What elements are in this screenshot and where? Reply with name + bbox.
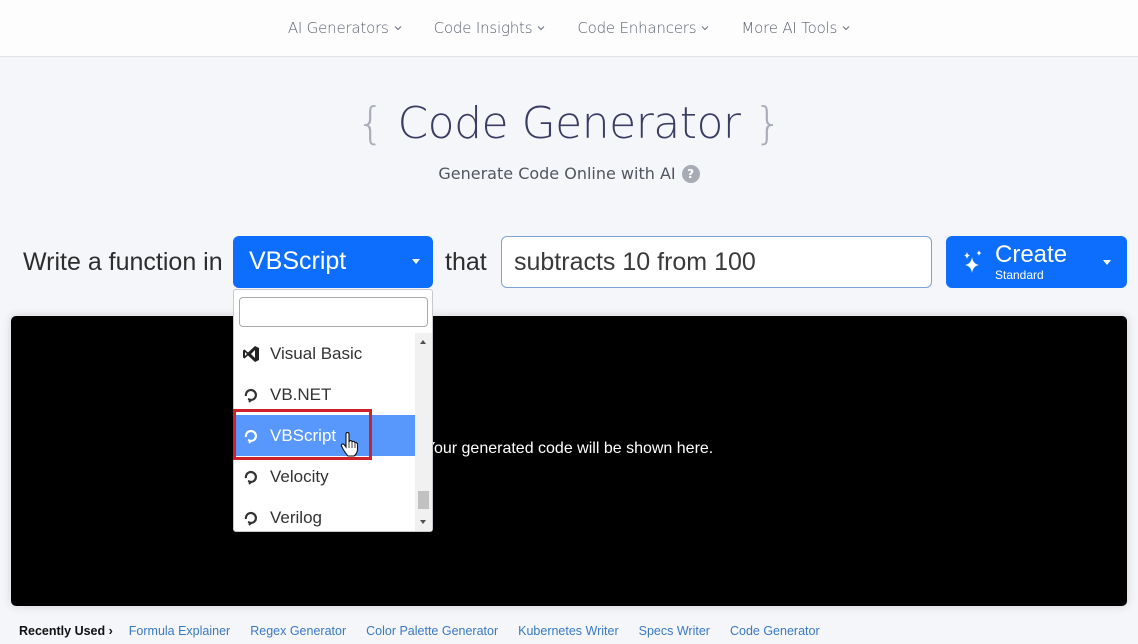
recent-link-specs-writer[interactable]: Specs Writer [639,624,710,638]
code-generic-icon [244,429,257,444]
page-subtitle: Generate Code Online with AI ? [0,164,1138,183]
page-title: { Code Generator } [0,98,1138,149]
recently-used-label: Recently Used › [19,624,113,638]
nav-label: AI Generators [287,19,389,37]
language-option-vb-net[interactable]: VB.NET [234,374,416,415]
prompt-row: Write a function in VBScript that Create… [0,236,1138,288]
nav-label: Code Enhancers [577,19,697,37]
chevron-down-icon [394,26,402,31]
scroll-up-arrow-icon[interactable] [420,340,426,344]
visual-studio-icon [243,345,259,362]
create-button[interactable]: Create Standard [946,236,1127,288]
nav-more-ai-tools[interactable]: More AI Tools [741,19,850,37]
option-label: Velocity [270,466,329,486]
page-title-text: Code Generator [397,98,741,149]
hand-pointer-cursor-icon [340,432,359,457]
prompt-connector-label: that [445,248,487,276]
dropdown-scrollbar[interactable] [415,333,432,531]
language-select-value: VBScript [249,247,347,275]
language-option-verilog[interactable]: Verilog [234,497,416,531]
nav-label: Code Insights [433,19,533,37]
code-output-panel: Your generated code will be shown here. [11,316,1127,606]
chevron-down-icon [702,26,709,31]
chevron-down-icon [538,26,545,31]
option-label: Visual Basic [270,343,363,363]
recent-link-color-palette-generator[interactable]: Color Palette Generator [366,624,498,638]
option-label: VB.NET [270,384,332,404]
recently-used-bar: Recently Used › Formula Explainer Regex … [19,624,820,638]
recent-link-formula-explainer[interactable]: Formula Explainer [129,624,230,638]
language-option-velocity[interactable]: Velocity [234,456,416,497]
scroll-down-arrow-icon[interactable] [420,520,426,524]
nav-code-enhancers[interactable]: Code Enhancers [577,19,709,37]
recent-link-kubernetes-writer[interactable]: Kubernetes Writer [518,624,619,638]
language-search-input[interactable] [239,297,428,327]
brace-close: } [754,98,782,149]
option-label: VBScript [270,425,337,445]
nav-label: More AI Tools [741,19,838,37]
prompt-prefix-label: Write a function in [23,248,223,276]
nav-ai-generators[interactable]: AI Generators [288,19,402,37]
caret-down-icon[interactable] [1103,260,1111,265]
create-button-label: Create [995,241,1068,268]
output-placeholder: Your generated code will be shown here. [424,440,714,457]
language-option-vbscript[interactable]: VBScript [234,415,416,456]
nav-code-insights[interactable]: Code Insights [434,19,546,37]
language-options-list: Visual Basic VB.NET VBScript Velocity Ve… [234,333,416,531]
option-label: Verilog [270,507,322,527]
recent-link-code-generator[interactable]: Code Generator [730,624,820,638]
task-input[interactable] [501,236,932,288]
code-generic-icon [244,470,257,485]
top-navigation: AI Generators Code Insights Code Enhance… [0,0,1138,57]
language-dropdown: Visual Basic VB.NET VBScript Velocity Ve… [233,289,433,532]
language-select[interactable]: VBScript [233,236,433,288]
help-icon[interactable]: ? [681,164,700,183]
code-generic-icon [244,388,257,403]
language-option-visual-basic[interactable]: Visual Basic [234,333,416,374]
scrollbar-thumb[interactable] [418,491,429,509]
chevron-down-icon [842,26,850,31]
sparkle-icon [964,250,982,273]
code-generic-icon [244,511,257,526]
create-mode-label: Standard [995,268,1044,282]
caret-down-icon [412,259,420,264]
page-subtitle-text: Generate Code Online with AI [438,164,676,183]
brace-open: { [356,98,384,149]
recent-link-regex-generator[interactable]: Regex Generator [250,624,346,638]
